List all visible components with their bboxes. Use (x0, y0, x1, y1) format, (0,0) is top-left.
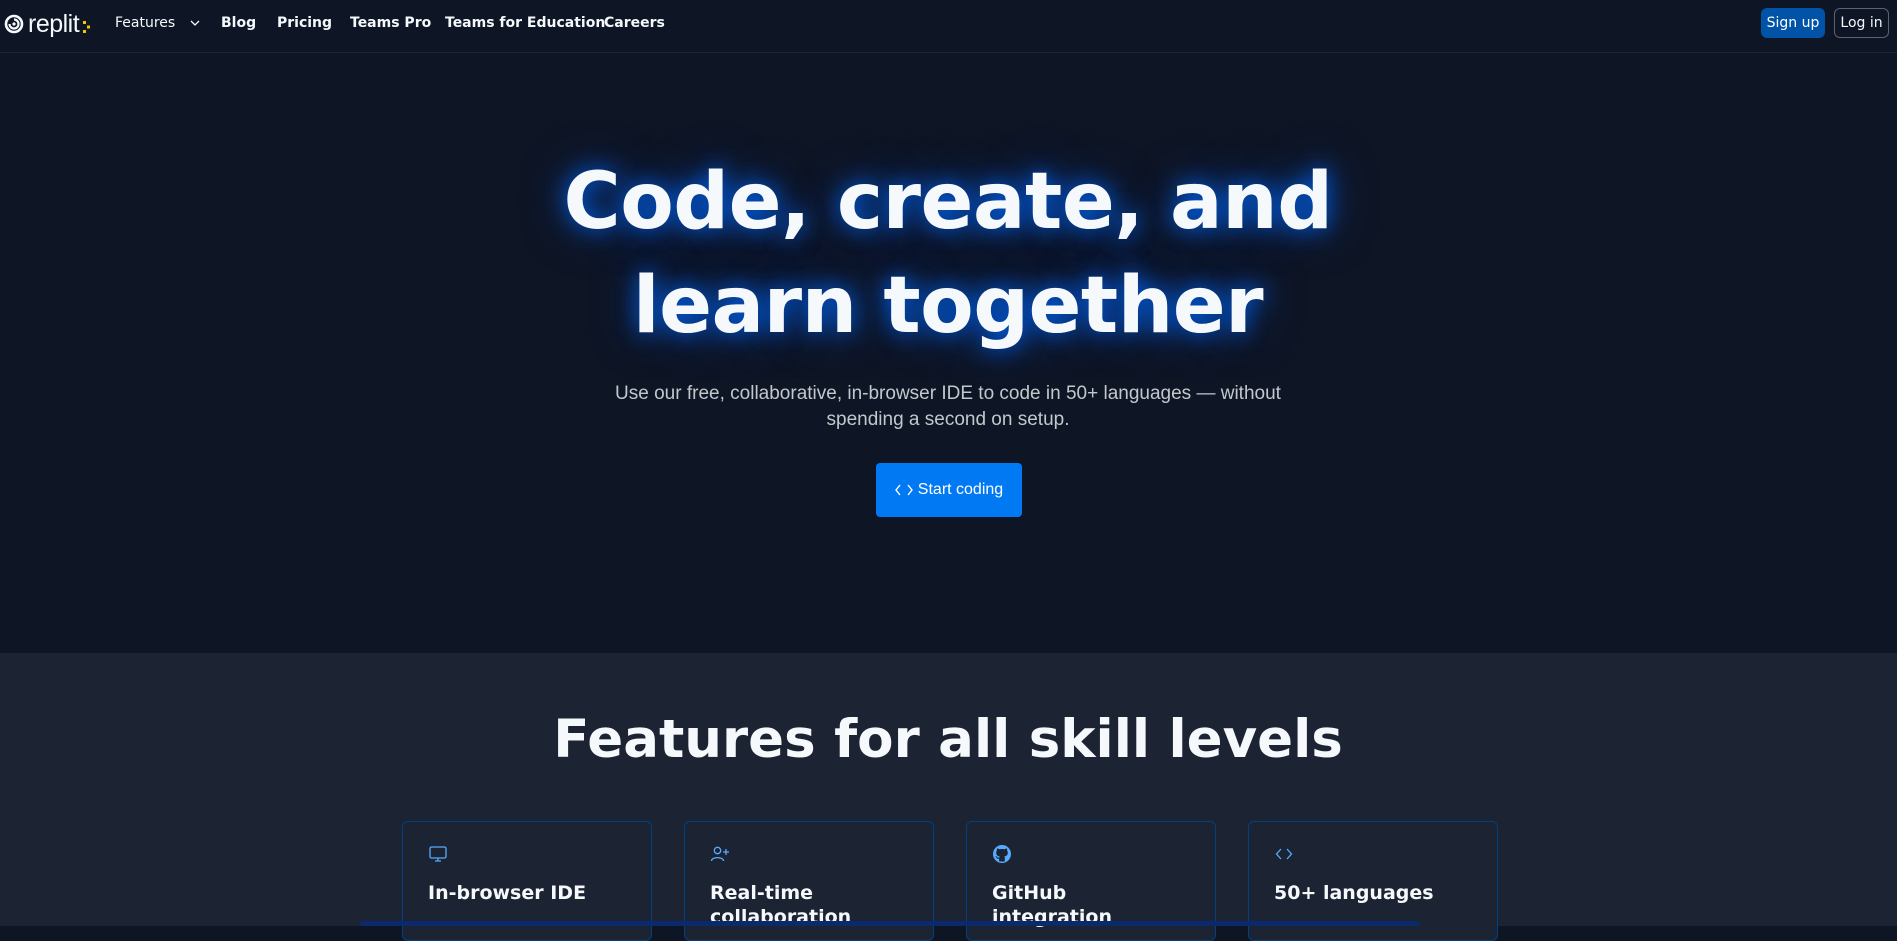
logo-text: replit (28, 10, 80, 38)
logo-accent-dots-icon (83, 21, 91, 33)
log-in-button[interactable]: Log in (1834, 8, 1889, 38)
nav-teams-for-education[interactable]: Teams for Education (445, 14, 605, 32)
nav-blog[interactable]: Blog (221, 14, 256, 32)
bottom-edge-highlight (360, 921, 1420, 926)
monitor-icon (429, 846, 447, 862)
hero-section: Code, create, and learn together Use our… (0, 54, 1897, 653)
code-brackets-icon (1275, 848, 1293, 860)
hero-subtitle: Use our free, collaborative, in-browser … (548, 381, 1348, 433)
top-navbar: replit Features Blog Pricing Teams Pro T… (0, 0, 1897, 53)
features-section: Features for all skill levels In-browser… (0, 653, 1897, 941)
chevron-down-icon (190, 20, 200, 26)
nav-features[interactable]: Features (115, 14, 200, 32)
user-plus-icon (710, 846, 729, 862)
nav-careers[interactable]: Careers (604, 14, 665, 32)
nav-pricing[interactable]: Pricing (277, 14, 332, 32)
replit-logo-icon (4, 14, 24, 34)
nav-teams-pro[interactable]: Teams Pro (350, 14, 431, 32)
hero-subtitle-line-1: Use our free, collaborative, in-browser … (615, 383, 1281, 404)
replit-logo[interactable]: replit (4, 11, 91, 37)
start-coding-label: Start coding (917, 481, 1004, 498)
code-brackets-icon (894, 484, 913, 496)
hero-title-line-2: learn together (632, 261, 1264, 351)
features-title: Features for all skill levels (553, 709, 1343, 770)
feature-card-title: In-browser IDE (428, 882, 587, 904)
hero-subtitle-line-2: spending a second on setup. (826, 409, 1070, 430)
sign-up-button[interactable]: Sign up (1761, 8, 1825, 38)
hero-title-line-1: Code, create, and (563, 157, 1333, 247)
hero-title: Code, create, and learn together (398, 150, 1498, 358)
feature-card-title: 50+ languages (1274, 882, 1434, 904)
nav-features-label: Features (115, 15, 176, 31)
start-coding-button[interactable]: Start coding (876, 463, 1022, 517)
github-icon (993, 845, 1011, 863)
